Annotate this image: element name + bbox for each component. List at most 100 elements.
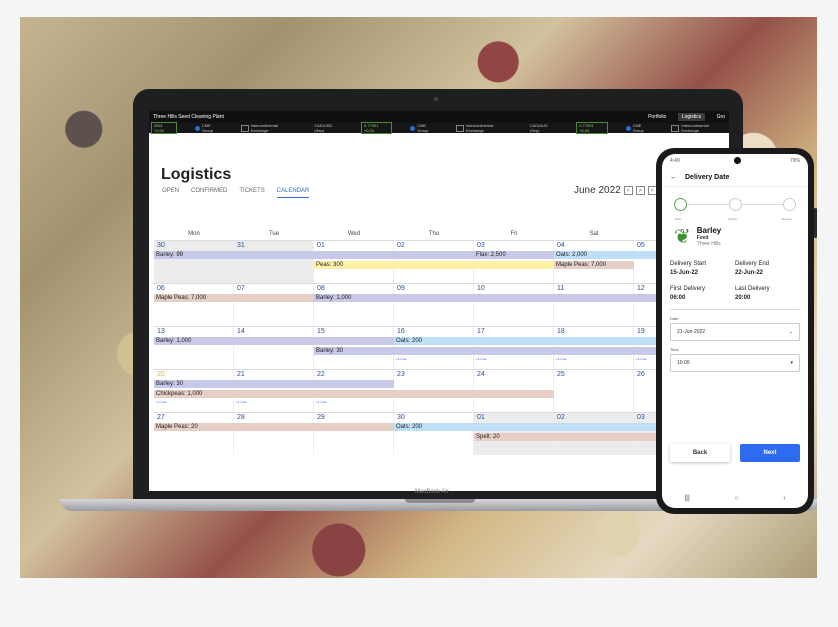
- calendar-day[interactable]: 08: [314, 284, 394, 326]
- calendar-event[interactable]: Maple Peas: 7,000: [554, 261, 634, 269]
- cme-logo-icon: [625, 125, 631, 131]
- phone-actions: Back Next: [670, 444, 800, 462]
- product-name: Barley: [696, 225, 722, 235]
- ice-logo-icon: [671, 124, 680, 132]
- next-month-button[interactable]: >: [635, 186, 645, 195]
- calendar-event[interactable]: Barley: 1,000: [154, 337, 394, 345]
- nav-portfolio[interactable]: Portfolio: [648, 114, 666, 120]
- calendar-event[interactable]: Maple Peas: 20: [154, 423, 394, 431]
- app-title: Three Hills Seed Cleaning Plant: [153, 114, 224, 120]
- tab-tickets[interactable]: TICKETS: [239, 188, 264, 198]
- calendar-day[interactable]: 07: [234, 284, 314, 326]
- delivery-start-value: 15-Jun-22: [670, 270, 699, 276]
- calendar-event[interactable]: Flax: 2,500: [474, 251, 554, 259]
- date-select[interactable]: 21-Jun-2022 ⌄: [670, 323, 800, 341]
- caret-down-icon: ▾: [790, 360, 793, 366]
- delivery-end: Delivery End 22-Jun-22: [735, 261, 800, 276]
- ticker-ice-2: Intercontinental Exchange: [456, 123, 512, 133]
- ticker-ice-label: Intercontinental Exchange: [465, 123, 494, 133]
- step-connector: [687, 203, 729, 205]
- progress-stepper: Date Vehicle Review: [662, 187, 808, 221]
- phone-screen: 4:49 79% ← Delivery Date Date Vehicle Re…: [662, 154, 808, 508]
- more-link[interactable]: +1 more: [236, 400, 247, 404]
- tab-calendar[interactable]: CALENDAR: [276, 188, 310, 198]
- calendar-day[interactable]: 14: [234, 327, 314, 369]
- weekday-tue: Tue: [268, 231, 280, 237]
- ticker-cme-label: CME Group: [201, 123, 213, 133]
- prev-month-button[interactable]: <: [623, 186, 633, 195]
- ticker-cme-1: CME Group: [194, 123, 223, 133]
- home-icon[interactable]: ○: [734, 495, 738, 502]
- more-link[interactable]: +3 more: [156, 400, 167, 404]
- more-link[interactable]: +3 more: [476, 357, 487, 361]
- logistics-tabs: OPEN CONFIRMED TICKETS CALENDAR: [162, 188, 310, 198]
- first-delivery-value: 06:00: [670, 295, 686, 301]
- delivery-end-label: Delivery End: [735, 261, 770, 267]
- calendar-week: 20 21 22 23 24 25 26 Barley: 30 Chickpea…: [154, 369, 729, 412]
- phone-header: ← Delivery Date: [662, 168, 808, 187]
- ticker-cadusd-label: CAD/USD (Sep): [314, 123, 333, 133]
- calendar-week: 30 31 01 02 03 04 05 Barley: 99 Flax: 2,…: [154, 240, 729, 283]
- step-vehicle: Vehicle: [728, 197, 742, 221]
- calendar-day[interactable]: 29: [314, 413, 394, 455]
- calendar-day[interactable]: 11: [554, 284, 634, 326]
- calendar-day[interactable]: 28: [234, 413, 314, 455]
- tab-open[interactable]: OPEN: [162, 188, 179, 198]
- weekday-wed: Wed: [347, 231, 361, 237]
- calendar-day[interactable]: 27: [154, 413, 234, 455]
- cme-logo-icon: [410, 125, 416, 131]
- calendar-day[interactable]: 30: [154, 241, 234, 283]
- phone-side-button: [814, 208, 817, 238]
- recents-icon[interactable]: |||: [684, 495, 689, 502]
- back-nav-icon[interactable]: ‹: [783, 495, 785, 502]
- calendar-day[interactable]: 06: [154, 284, 234, 326]
- system-nav-bar: ||| ○ ‹: [662, 495, 808, 502]
- date-field-label: Date: [670, 316, 679, 321]
- calendar-day[interactable]: 31: [234, 241, 314, 283]
- product-location: Three Hills: [696, 240, 721, 247]
- product-card: ❦ Barley Feed Three Hills: [662, 215, 808, 257]
- wheat-icon: ❦: [674, 225, 691, 248]
- back-button[interactable]: Back: [670, 444, 730, 462]
- nav-logistics[interactable]: Logistics: [677, 113, 706, 121]
- calendar-day[interactable]: 25: [554, 370, 634, 412]
- weekday-sat: Sat: [589, 231, 599, 237]
- time-select[interactable]: 10:00 ▾: [670, 354, 800, 372]
- calendar-event[interactable]: Barley: 30: [154, 380, 394, 388]
- back-arrow-icon[interactable]: ←: [670, 174, 677, 181]
- more-link[interactable]: +3 more: [556, 357, 567, 361]
- calendar-event[interactable]: Peas: 300: [314, 261, 554, 269]
- calendar-week: 13 14 15 16 17 18 19 Barley: 1,000 Oats:…: [154, 326, 729, 369]
- top-nav: Portfolio Logistics Gro: [638, 113, 725, 121]
- calendar-event[interactable]: Chickpeas: 1,000: [154, 390, 554, 398]
- tab-confirmed[interactable]: CONFIRMED: [191, 188, 227, 198]
- more-link[interactable]: +3 more: [396, 357, 407, 361]
- step-label: Vehicle: [727, 216, 738, 221]
- ticker-ice-1: Intercontinental Exchange: [240, 123, 297, 133]
- ticker-cme-label: CME Group: [417, 123, 429, 133]
- app-bar: Three Hills Seed Cleaning Plant Portfoli…: [149, 111, 729, 123]
- delivery-end-value: 22-Jun-22: [735, 270, 764, 276]
- laptop-camera: [434, 97, 438, 101]
- first-delivery-label: First Delivery: [670, 286, 706, 292]
- calendar-day[interactable]: 09: [394, 284, 474, 326]
- more-link[interactable]: +3 more: [636, 357, 647, 361]
- calendar-day[interactable]: 30: [394, 413, 474, 455]
- calendar-event[interactable]: Maple Peas: 7,000: [154, 294, 314, 302]
- next-button[interactable]: Next: [740, 444, 800, 462]
- calendar-day[interactable]: 13: [154, 327, 234, 369]
- cme-logo-icon: [194, 125, 200, 131]
- calendar-day[interactable]: 10: [474, 284, 554, 326]
- ticker-cadusd-value: 0.77591 +0.00: [360, 122, 393, 134]
- ticker-ice-label: Intercontinental Exchange: [681, 123, 709, 133]
- chevron-down-icon: ⌄: [788, 329, 793, 335]
- calendar-week: 06 07 08 09 10 11 12 Maple Peas: 7,000 B…: [154, 283, 729, 326]
- month-label: June 2022: [574, 185, 621, 196]
- ticker-ice-3: Intercontinental Exchange: [671, 123, 727, 133]
- calendar-event[interactable]: Barley: 99: [154, 251, 474, 259]
- more-link[interactable]: +1 more: [316, 400, 327, 404]
- status-battery: 79%: [789, 158, 800, 164]
- ticker-cme-label: CME Group: [632, 123, 644, 133]
- ticker-cadaud-label: CAD/AUD (Sep): [529, 123, 548, 133]
- nav-gro[interactable]: Gro: [717, 114, 725, 120]
